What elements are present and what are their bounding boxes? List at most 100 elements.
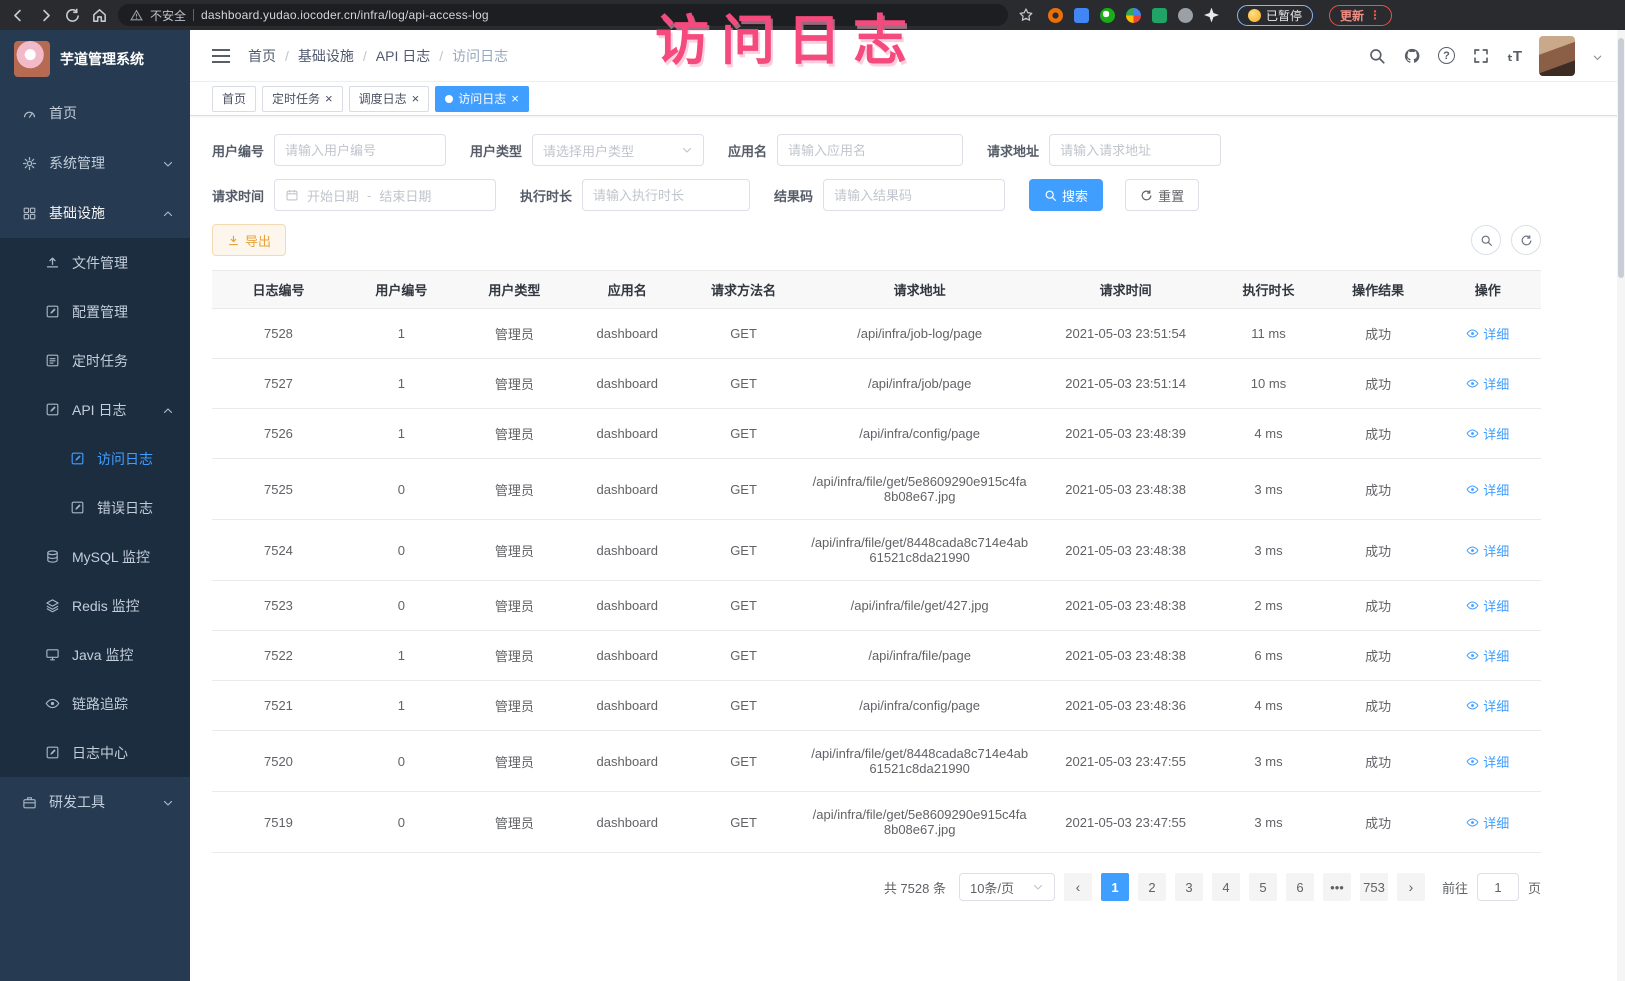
app-name-input[interactable] (788, 143, 952, 158)
home-icon[interactable] (91, 7, 108, 24)
sidebar-item-config[interactable]: 配置管理 (0, 287, 190, 336)
next-page-button[interactable] (1397, 873, 1425, 901)
sidebar-item-java[interactable]: Java 监控 (0, 630, 190, 679)
detail-link[interactable]: 详细 (1466, 596, 1509, 615)
table-row: 7523 0 管理员 dashboard GET /api/infra/file… (212, 581, 1541, 631)
prev-page-button[interactable] (1064, 873, 1092, 901)
detail-link[interactable]: 详细 (1466, 541, 1509, 560)
caret-down-icon[interactable] (1592, 50, 1603, 61)
sidebar-item-devtools[interactable]: 研发工具 (0, 777, 190, 827)
sidebar-item-trace[interactable]: 链路追踪 (0, 679, 190, 728)
toggle-search-button[interactable] (1471, 225, 1501, 255)
browser-menu-icon[interactable] (1369, 8, 1381, 22)
refresh-table-button[interactable] (1511, 225, 1541, 255)
back-icon[interactable] (10, 7, 27, 24)
tab[interactable]: 定时任务 (262, 86, 343, 112)
sidebar-item-accesslog[interactable]: 访问日志 (0, 434, 190, 483)
detail-link[interactable]: 详细 (1466, 324, 1509, 343)
tab[interactable]: 调度日志 (349, 86, 430, 112)
page-size-select[interactable]: 10条/页 (959, 873, 1055, 901)
request-url-input[interactable] (1060, 143, 1210, 158)
table-row: 7522 1 管理员 dashboard GET /api/infra/file… (212, 631, 1541, 681)
update-button[interactable]: 更新 (1329, 5, 1392, 26)
col-action: 操作 (1435, 271, 1541, 309)
app-logo-row[interactable]: 芋道管理系统 (0, 30, 190, 88)
address-bar[interactable]: 不安全 dashboard.yudao.iocoder.cn/infra/log… (118, 4, 1008, 26)
detail-link[interactable]: 详细 (1466, 696, 1509, 715)
sidebar-item-file[interactable]: 文件管理 (0, 238, 190, 287)
extension-icon[interactable] (1152, 8, 1167, 23)
paused-label: 已暂停 (1266, 7, 1302, 24)
eye-icon (1466, 427, 1479, 440)
sidebar-item-home[interactable]: 首页 (0, 88, 190, 138)
extension-icon[interactable] (1100, 8, 1115, 23)
user-type-select[interactable]: 请选择用户类型 (532, 134, 704, 166)
sidebar-item-system[interactable]: 系统管理 (0, 138, 190, 188)
hamburger-icon[interactable] (212, 49, 230, 63)
detail-link[interactable]: 详细 (1466, 424, 1509, 443)
sidebar-item-infra[interactable]: 基础设施 (0, 188, 190, 238)
page-button[interactable]: 5 (1249, 873, 1277, 901)
goto-page-input[interactable] (1488, 880, 1508, 895)
extension-icon[interactable] (1126, 8, 1141, 23)
close-icon[interactable] (511, 92, 519, 105)
bookmark-star-icon[interactable] (1018, 7, 1034, 23)
search-icon[interactable] (1368, 47, 1386, 65)
page-button[interactable]: 1 (1101, 873, 1129, 901)
extension-icon[interactable] (1178, 8, 1193, 23)
sidebar-item-apilog[interactable]: API 日志 (0, 385, 190, 434)
date-range-picker[interactable]: 开始日期 - 结束日期 (274, 179, 496, 211)
close-icon[interactable] (412, 92, 420, 105)
page-button[interactable]: 6 (1286, 873, 1314, 901)
extension-icon[interactable] (1048, 8, 1063, 23)
tab[interactable]: 访问日志 (435, 86, 529, 112)
fullscreen-icon[interactable] (1472, 47, 1490, 65)
table-row: 7519 0 管理员 dashboard GET /api/infra/file… (212, 792, 1541, 853)
user-avatar[interactable] (1539, 36, 1575, 76)
breadcrumb-item[interactable]: API 日志 (376, 46, 430, 66)
page-button[interactable]: 753 (1360, 873, 1388, 901)
page-button[interactable]: 2 (1138, 873, 1166, 901)
breadcrumb-item[interactable]: 首页 (248, 46, 276, 66)
page-button[interactable]: 4 (1212, 873, 1240, 901)
sidebar-item-errorlog[interactable]: 错误日志 (0, 483, 190, 532)
detail-link[interactable]: 详细 (1466, 480, 1509, 499)
github-icon[interactable] (1403, 47, 1421, 65)
extension-icon[interactable] (1074, 8, 1089, 23)
page-button[interactable]: 3 (1175, 873, 1203, 901)
help-icon[interactable] (1438, 47, 1455, 64)
eye-icon (1466, 544, 1479, 557)
page-button[interactable]: ••• (1323, 873, 1351, 901)
detail-link[interactable]: 详细 (1466, 752, 1509, 771)
sidebar-item-redis[interactable]: Redis 监控 (0, 581, 190, 630)
breadcrumb-item[interactable]: 基础设施 (298, 46, 354, 66)
result-code-input[interactable] (834, 188, 994, 203)
detail-link[interactable]: 详细 (1466, 374, 1509, 393)
close-icon[interactable] (325, 92, 333, 105)
sidebar-item-mysql[interactable]: MySQL 监控 (0, 532, 190, 581)
chevron-up-icon (162, 404, 174, 416)
detail-link[interactable]: 详细 (1466, 813, 1509, 832)
sidebar-item-job[interactable]: 定时任务 (0, 336, 190, 385)
font-size-icon[interactable] (1507, 47, 1522, 65)
reload-icon[interactable] (64, 7, 81, 24)
tab[interactable]: 首页 (212, 86, 256, 112)
access-log-table: 日志编号 用户编号 用户类型 应用名 请求方法名 请求地址 请求时间 执行时长 … (212, 270, 1541, 853)
forward-icon[interactable] (37, 7, 54, 24)
user-id-input[interactable] (285, 143, 435, 158)
export-button[interactable]: 导出 (212, 224, 286, 256)
extension-icon[interactable] (1204, 8, 1219, 23)
tags-view: 首页 定时任务 调度日志 (190, 82, 1625, 116)
scrollbar-thumb[interactable] (1618, 38, 1624, 278)
scrollbar[interactable] (1617, 30, 1625, 981)
chevron-up-icon (162, 207, 174, 219)
duration-input[interactable] (593, 188, 739, 203)
edit-icon (45, 304, 60, 319)
search-button[interactable]: 搜索 (1029, 179, 1103, 211)
content: 用户编号 用户类型 请选择用户类型 应用名 请求地址 请求时间 (190, 116, 1625, 981)
reset-button[interactable]: 重置 (1125, 179, 1199, 211)
profile-paused-badge[interactable]: 已暂停 (1237, 5, 1313, 26)
detail-link[interactable]: 详细 (1466, 646, 1509, 665)
sidebar-item-logcenter[interactable]: 日志中心 (0, 728, 190, 777)
browser-bar: 不安全 dashboard.yudao.iocoder.cn/infra/log… (0, 0, 1625, 30)
